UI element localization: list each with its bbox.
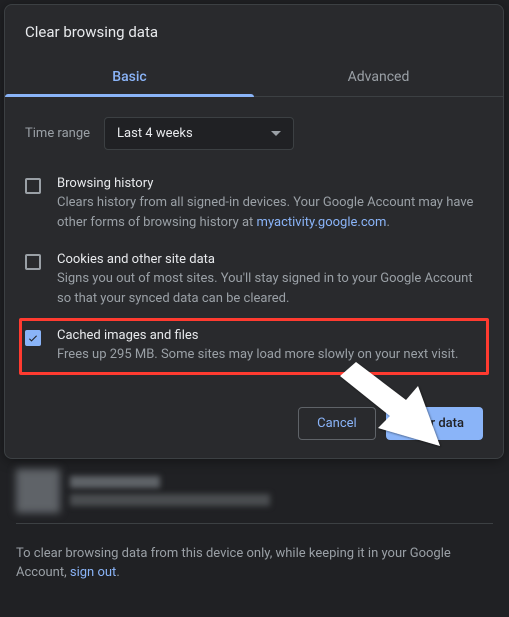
time-range-select[interactable]: Last 4 weeks [104, 117, 294, 150]
option-browsing-history: Browsing history Clears history from all… [19, 166, 489, 242]
dialog-buttons: Cancel Clear data [5, 391, 503, 458]
option-title: Cached images and files [57, 328, 458, 343]
option-desc: Signs you out of most sites. You'll stay… [57, 269, 483, 308]
myactivity-link[interactable]: myactivity.google.com [257, 215, 387, 230]
option-cookies: Cookies and other site data Signs you ou… [19, 242, 489, 318]
option-desc: Frees up 295 MB. Some sites may load mor… [57, 345, 458, 365]
time-range-label: Time range [25, 126, 90, 141]
redacted-line [70, 494, 270, 506]
time-range-value: Last 4 weeks [117, 126, 193, 141]
tab-advanced[interactable]: Advanced [254, 59, 503, 96]
option-text: Cached images and files Frees up 295 MB.… [57, 328, 458, 365]
redacted-line [70, 476, 160, 488]
option-title: Browsing history [57, 176, 483, 191]
option-title: Cookies and other site data [57, 252, 483, 267]
cancel-button[interactable]: Cancel [298, 407, 376, 440]
dialog-title: Clear browsing data [5, 5, 503, 59]
chevron-down-icon [271, 131, 281, 136]
check-icon [27, 332, 39, 344]
redacted-account-row [0, 463, 509, 513]
option-text: Browsing history Clears history from all… [57, 176, 483, 232]
time-range-row: Time range Last 4 weeks [5, 97, 503, 156]
redacted-avatar [16, 469, 60, 513]
sign-out-link[interactable]: sign out [70, 565, 116, 580]
divider [16, 523, 493, 524]
tab-basic[interactable]: Basic [5, 59, 254, 96]
option-desc: Clears history from all signed-in device… [57, 193, 483, 232]
option-cached: Cached images and files Frees up 295 MB.… [19, 318, 489, 375]
checkbox-cached[interactable] [25, 330, 41, 346]
footer-text: To clear browsing data from this device … [0, 534, 509, 597]
checkbox-cookies[interactable] [25, 254, 41, 270]
option-text: Cookies and other site data Signs you ou… [57, 252, 483, 308]
tabs: Basic Advanced [5, 59, 503, 97]
clear-data-button[interactable]: Clear data [386, 407, 483, 440]
clear-browsing-data-dialog: Clear browsing data Basic Advanced Time … [4, 4, 504, 459]
options-list: Browsing history Clears history from all… [5, 156, 503, 391]
checkbox-browsing-history[interactable] [25, 178, 41, 194]
